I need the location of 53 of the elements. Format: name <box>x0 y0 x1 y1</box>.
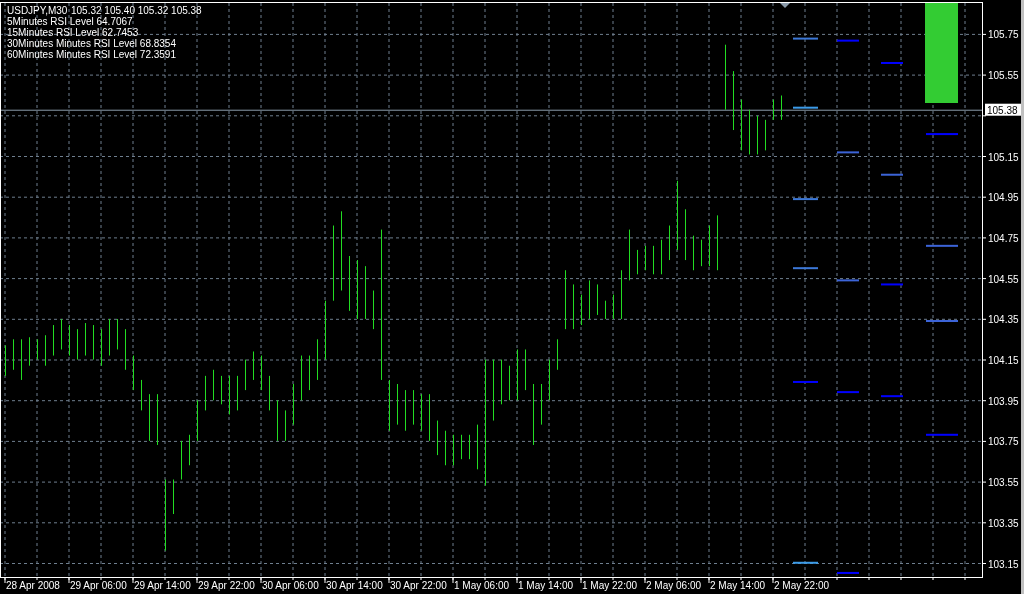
level-line <box>837 151 859 154</box>
level-line <box>837 391 859 394</box>
level-line <box>926 433 958 436</box>
time-label: 28 Apr 2008 <box>6 580 60 591</box>
chart-title: USDJPY,M30 <box>7 5 68 16</box>
level-line <box>881 173 903 176</box>
level-line <box>881 395 903 398</box>
current-price-label: 105.38 <box>985 103 1021 116</box>
time-label: 1 May 14:00 <box>518 580 574 591</box>
level-line <box>793 380 818 383</box>
price-label: 104.55 <box>988 273 1019 285</box>
price-label: 105.15 <box>988 151 1019 163</box>
price-label: 103.35 <box>988 517 1019 529</box>
price-label: 103.55 <box>988 477 1019 489</box>
level-line <box>793 561 818 564</box>
level-line <box>837 571 859 574</box>
price-label: 104.75 <box>988 232 1019 244</box>
indicator-text: 60Minutes Minutes RSI Level 72.3591 <box>7 49 176 60</box>
time-label: 30 Apr 14:00 <box>326 580 383 591</box>
price-label: 103.95 <box>988 395 1019 407</box>
time-label: 1 May 06:00 <box>454 580 510 591</box>
quote-text: 105.32 105.40 105.32 105.38 <box>71 5 202 16</box>
level-line <box>793 267 818 270</box>
indicator-text: 5Minutes RSI Level 64.7067 <box>7 16 133 27</box>
level-line <box>793 106 818 109</box>
time-label: 2 May 14:00 <box>710 580 766 591</box>
time-label: 2 May 22:00 <box>774 580 830 591</box>
level-line <box>793 37 818 40</box>
price-label: 105.75 <box>988 29 1019 41</box>
price-label: 103.75 <box>988 436 1019 448</box>
level-line <box>881 62 903 64</box>
price-label: 103.15 <box>988 558 1019 570</box>
time-label: 30 Apr 22:00 <box>390 580 447 591</box>
level-line <box>793 198 818 201</box>
time-label: 2 May 06:00 <box>646 580 702 591</box>
time-label: 29 Apr 06:00 <box>70 580 127 591</box>
time-label: 30 Apr 06:00 <box>262 580 319 591</box>
indicator-text: 15Minutes RSI Level 62.7453 <box>7 27 139 38</box>
level-line <box>926 244 958 247</box>
time-label: 29 Apr 14:00 <box>134 580 191 591</box>
level-line <box>837 279 859 282</box>
time-label: 1 May 22:00 <box>582 580 638 591</box>
price-label: 104.95 <box>988 192 1019 204</box>
triangle-icon <box>780 3 790 8</box>
level-line <box>926 320 958 322</box>
level-line <box>926 133 958 136</box>
time-label: 29 Apr 22:00 <box>198 580 255 591</box>
price-label: 104.15 <box>988 355 1019 366</box>
price-label: 104.35 <box>988 314 1019 326</box>
level-line <box>881 283 903 286</box>
level-line <box>837 39 859 42</box>
price-label: 105.55 <box>988 70 1019 82</box>
indicator-text: 30Minutes Minutes RSI Level 68.8354 <box>7 38 176 49</box>
